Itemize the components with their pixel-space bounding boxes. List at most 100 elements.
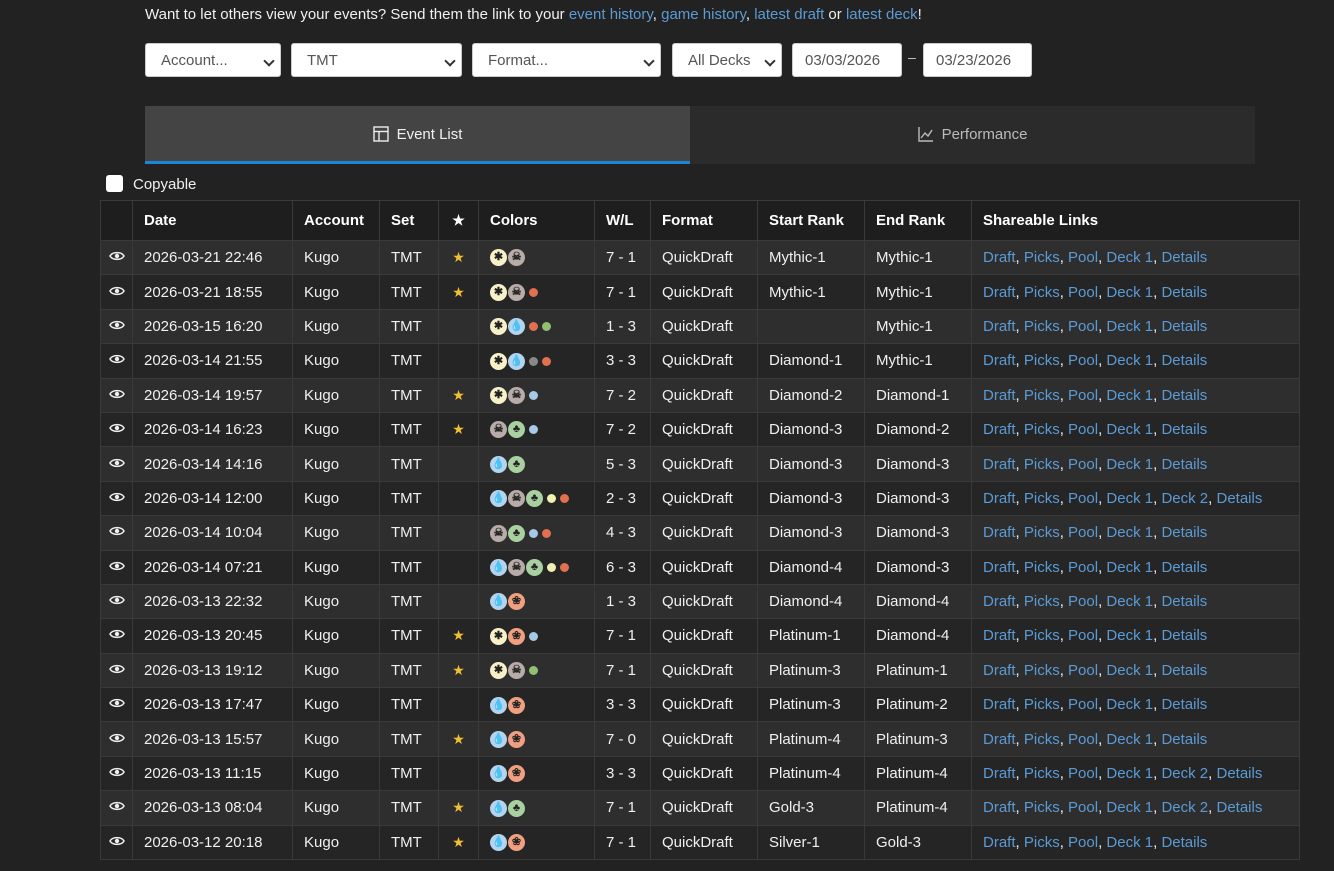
link-pool[interactable]: Pool	[1068, 352, 1098, 369]
link-deck1[interactable]: Deck 1	[1106, 559, 1153, 576]
link-deck2[interactable]: Deck 2	[1161, 490, 1208, 507]
link-picks[interactable]: Picks	[1024, 456, 1060, 473]
col-colors[interactable]: Colors	[478, 200, 595, 241]
link-details[interactable]: Details	[1161, 524, 1207, 541]
view-event-button[interactable]	[100, 308, 133, 344]
view-event-button[interactable]	[100, 515, 133, 551]
link-pool[interactable]: Pool	[1068, 421, 1098, 438]
col-format[interactable]: Format	[650, 200, 758, 241]
link-picks[interactable]: Picks	[1024, 627, 1060, 644]
link-deck1[interactable]: Deck 1	[1106, 834, 1153, 851]
game-history-link[interactable]: game history	[661, 6, 746, 23]
link-pool[interactable]: Pool	[1068, 456, 1098, 473]
link-pool[interactable]: Pool	[1068, 524, 1098, 541]
copyable-checkbox[interactable]	[106, 175, 123, 192]
view-event-button[interactable]	[100, 411, 133, 447]
event-history-link[interactable]: event history	[569, 6, 653, 23]
view-event-button[interactable]	[100, 549, 133, 585]
view-event-button[interactable]	[100, 583, 133, 619]
link-pool[interactable]: Pool	[1068, 662, 1098, 679]
decks-select[interactable]: All Decks	[672, 43, 782, 77]
link-pool[interactable]: Pool	[1068, 284, 1098, 301]
link-draft[interactable]: Draft	[983, 318, 1016, 335]
link-details[interactable]: Details	[1161, 834, 1207, 851]
link-deck1[interactable]: Deck 1	[1106, 765, 1153, 782]
view-event-button[interactable]	[100, 687, 133, 722]
link-deck1[interactable]: Deck 1	[1106, 593, 1153, 610]
link-picks[interactable]: Picks	[1024, 834, 1060, 851]
link-details[interactable]: Details	[1161, 352, 1207, 369]
view-event-button[interactable]	[100, 274, 133, 310]
link-pool[interactable]: Pool	[1068, 559, 1098, 576]
link-details[interactable]: Details	[1161, 456, 1207, 473]
col-set[interactable]: Set	[379, 200, 439, 241]
link-details[interactable]: Details	[1161, 559, 1207, 576]
view-event-button[interactable]	[100, 755, 133, 791]
link-deck1[interactable]: Deck 1	[1106, 662, 1153, 679]
link-details[interactable]: Details	[1161, 662, 1207, 679]
link-deck1[interactable]: Deck 1	[1106, 284, 1153, 301]
latest-deck-link[interactable]: latest deck	[846, 6, 918, 23]
link-details[interactable]: Details	[1161, 387, 1207, 404]
link-picks[interactable]: Picks	[1024, 387, 1060, 404]
col-date[interactable]: Date	[132, 200, 293, 241]
link-pool[interactable]: Pool	[1068, 490, 1098, 507]
view-event-button[interactable]	[100, 652, 133, 688]
link-draft[interactable]: Draft	[983, 731, 1016, 748]
link-deck1[interactable]: Deck 1	[1106, 421, 1153, 438]
view-event-button[interactable]	[100, 480, 133, 516]
col-wl[interactable]: W/L	[594, 200, 651, 241]
link-details[interactable]: Details	[1161, 284, 1207, 301]
link-pool[interactable]: Pool	[1068, 799, 1098, 816]
link-draft[interactable]: Draft	[983, 559, 1016, 576]
col-star[interactable]: ★	[438, 200, 479, 241]
link-picks[interactable]: Picks	[1024, 559, 1060, 576]
link-details[interactable]: Details	[1216, 799, 1262, 816]
link-picks[interactable]: Picks	[1024, 249, 1060, 266]
link-deck1[interactable]: Deck 1	[1106, 456, 1153, 473]
link-deck1[interactable]: Deck 1	[1106, 696, 1153, 713]
link-picks[interactable]: Picks	[1024, 593, 1060, 610]
link-pool[interactable]: Pool	[1068, 318, 1098, 335]
link-deck1[interactable]: Deck 1	[1106, 490, 1153, 507]
latest-draft-link[interactable]: latest draft	[754, 6, 824, 23]
link-pool[interactable]: Pool	[1068, 696, 1098, 713]
link-deck2[interactable]: Deck 2	[1161, 799, 1208, 816]
link-deck1[interactable]: Deck 1	[1106, 249, 1153, 266]
link-deck1[interactable]: Deck 1	[1106, 731, 1153, 748]
link-details[interactable]: Details	[1216, 765, 1262, 782]
link-picks[interactable]: Picks	[1024, 799, 1060, 816]
link-deck1[interactable]: Deck 1	[1106, 627, 1153, 644]
link-draft[interactable]: Draft	[983, 799, 1016, 816]
start-date-input[interactable]: 03/03/2026	[792, 43, 902, 77]
link-pool[interactable]: Pool	[1068, 765, 1098, 782]
link-draft[interactable]: Draft	[983, 696, 1016, 713]
link-details[interactable]: Details	[1161, 627, 1207, 644]
link-deck2[interactable]: Deck 2	[1161, 765, 1208, 782]
link-pool[interactable]: Pool	[1068, 593, 1098, 610]
copyable-toggle[interactable]: Copyable	[106, 175, 196, 193]
link-picks[interactable]: Picks	[1024, 662, 1060, 679]
account-select[interactable]: Account...	[145, 43, 281, 77]
link-deck1[interactable]: Deck 1	[1106, 352, 1153, 369]
link-details[interactable]: Details	[1216, 490, 1262, 507]
link-draft[interactable]: Draft	[983, 662, 1016, 679]
link-details[interactable]: Details	[1161, 421, 1207, 438]
link-picks[interactable]: Picks	[1024, 490, 1060, 507]
link-pool[interactable]: Pool	[1068, 387, 1098, 404]
col-account[interactable]: Account	[292, 200, 380, 241]
link-draft[interactable]: Draft	[983, 490, 1016, 507]
link-pool[interactable]: Pool	[1068, 249, 1098, 266]
link-picks[interactable]: Picks	[1024, 318, 1060, 335]
view-event-button[interactable]	[100, 446, 133, 482]
col-start-rank[interactable]: Start Rank	[757, 200, 865, 241]
link-draft[interactable]: Draft	[983, 284, 1016, 301]
link-draft[interactable]: Draft	[983, 456, 1016, 473]
end-date-input[interactable]: 03/23/2026	[923, 43, 1032, 77]
link-pool[interactable]: Pool	[1068, 627, 1098, 644]
link-draft[interactable]: Draft	[983, 352, 1016, 369]
view-event-button[interactable]	[100, 721, 133, 757]
link-deck1[interactable]: Deck 1	[1106, 387, 1153, 404]
link-draft[interactable]: Draft	[983, 765, 1016, 782]
link-pool[interactable]: Pool	[1068, 834, 1098, 851]
